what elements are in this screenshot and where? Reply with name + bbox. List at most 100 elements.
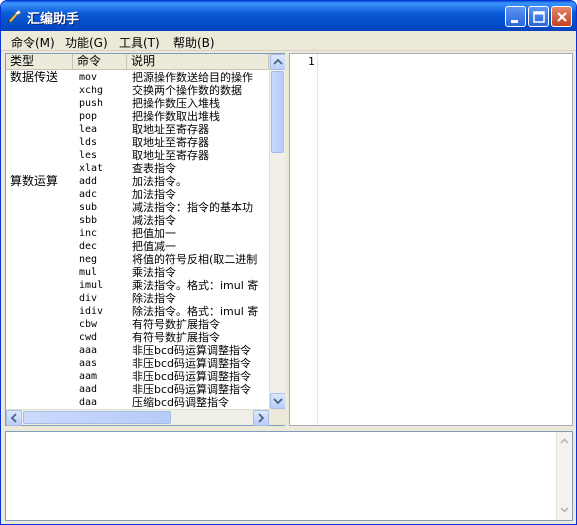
vertical-scroll-thumb[interactable] xyxy=(271,71,284,153)
cell-description: 压缩bcd码调整指令 xyxy=(132,396,230,409)
table-row[interactable]: inc 把值加一 xyxy=(6,227,269,240)
cell-command: lea xyxy=(79,124,98,135)
cell-command: mov xyxy=(79,72,98,83)
cell-command: inc xyxy=(79,228,98,239)
maximize-button[interactable] xyxy=(528,6,549,27)
cell-command: les xyxy=(79,150,98,161)
cell-command: sbb xyxy=(79,215,98,226)
list-rows: 数据传送 mov 把源操作数送给目的操作 xchg 交换两个操作数的数据 push 把操作数… xyxy=(6,71,269,410)
table-row[interactable]: pop 把操作数取出堆栈 xyxy=(6,110,269,123)
output-vertical-scrollbar[interactable] xyxy=(556,432,572,520)
chevron-up-icon xyxy=(560,438,569,444)
cell-command: aam xyxy=(79,371,98,382)
line-number: 1 xyxy=(308,55,315,68)
table-row[interactable]: cbw 有符号数扩展指令 xyxy=(6,318,269,331)
table-row[interactable]: lea 取地址至寄存器 xyxy=(6,123,269,136)
chevron-right-icon xyxy=(258,413,265,423)
cell-description: 乘法指令 xyxy=(132,266,176,279)
cell-description: 取地址至寄存器 xyxy=(132,149,209,162)
line-number-gutter: 1 xyxy=(290,54,318,425)
cell-description: 把值减一 xyxy=(132,240,176,253)
table-row[interactable]: aaa 非压bcd码运算调整指令 xyxy=(6,344,269,357)
table-row[interactable]: aad 非压bcd码运算调整指令 xyxy=(6,383,269,396)
cell-description: 把值加一 xyxy=(132,227,176,240)
cell-command: cwd xyxy=(79,332,98,343)
cell-description: 减法指令：指令的基本功 xyxy=(132,201,253,214)
table-row[interactable]: idiv 除法指令。格式：imul 寄 xyxy=(6,305,269,318)
cell-command: daa xyxy=(79,397,98,408)
cell-description: 非压bcd码运算调整指令 xyxy=(132,344,252,357)
code-editor[interactable]: 1 xyxy=(289,53,573,426)
column-header-command[interactable]: 命令 xyxy=(73,54,127,70)
window-title: 汇编助手 xyxy=(27,12,80,27)
column-header-type[interactable]: 类型 xyxy=(6,54,73,70)
cell-command: dec xyxy=(79,241,98,252)
menu-help[interactable]: 帮助(B) xyxy=(173,34,215,51)
cell-command: adc xyxy=(79,189,98,200)
cell-description: 非压bcd码运算调整指令 xyxy=(132,370,252,383)
cell-description: 乘法指令。格式：imul 寄 xyxy=(132,279,259,292)
cell-description: 减法指令 xyxy=(132,214,176,227)
cell-type: 算数运算 xyxy=(10,175,59,188)
minimize-button[interactable] xyxy=(505,6,526,27)
table-row[interactable]: dec 把值减一 xyxy=(6,240,269,253)
table-row[interactable]: mul 乘法指令 xyxy=(6,266,269,279)
cell-description: 把操作数压入堆栈 xyxy=(132,97,220,110)
cell-description: 把源操作数送给目的操作 xyxy=(132,71,253,84)
table-row[interactable]: imul 乘法指令。格式：imul 寄 xyxy=(6,279,269,292)
horizontal-scrollbar[interactable] xyxy=(6,409,269,426)
table-row[interactable]: sub 减法指令：指令的基本功 xyxy=(6,201,269,214)
cell-description: 交换两个操作数的数据 xyxy=(132,84,242,97)
output-panel[interactable] xyxy=(5,431,573,521)
cell-command: cbw xyxy=(79,319,98,330)
cell-description: 将值的符号反相(取二进制 xyxy=(132,253,258,266)
table-row[interactable]: adc 加法指令 xyxy=(6,188,269,201)
command-list[interactable]: 类型 命令 说明 数据传送 mov 把源操作数送给目的操作 xchg 交换两个操作数的数… xyxy=(5,53,286,426)
table-row[interactable]: aam 非压bcd码运算调整指令 xyxy=(6,370,269,383)
table-row[interactable]: neg 将值的符号反相(取二进制 xyxy=(6,253,269,266)
table-row[interactable]: push 把操作数压入堆栈 xyxy=(6,97,269,110)
menu-command[interactable]: 命令(M) xyxy=(11,34,55,51)
table-row[interactable]: cwd 有符号数扩展指令 xyxy=(6,331,269,344)
chevron-down-icon xyxy=(273,398,283,405)
menu-tools[interactable]: 工具(T) xyxy=(119,34,160,51)
cell-description: 除法指令 xyxy=(132,292,176,305)
scroll-up-button[interactable] xyxy=(270,54,286,70)
scrollbar-corner xyxy=(269,409,285,425)
table-row[interactable]: daa 压缩bcd码调整指令 xyxy=(6,396,269,409)
table-row[interactable]: xlat 查表指令 xyxy=(6,162,269,175)
table-row[interactable]: xchg 交换两个操作数的数据 xyxy=(6,84,269,97)
cell-command: imul xyxy=(79,280,104,291)
horizontal-scroll-thumb[interactable] xyxy=(23,411,171,424)
table-row[interactable]: 算数运算 add 加法指令。 xyxy=(6,175,269,188)
menu-bar: 命令(M) 功能(G) 工具(T) 帮助(B) xyxy=(1,31,576,51)
cell-command: xchg xyxy=(79,85,104,96)
cell-command: push xyxy=(79,98,104,109)
cell-command: add xyxy=(79,176,98,187)
scroll-left-button[interactable] xyxy=(6,410,22,426)
cell-description: 加法指令。 xyxy=(132,175,187,188)
close-icon xyxy=(557,12,567,22)
cell-command: pop xyxy=(79,111,98,122)
table-row[interactable]: aas 非压bcd码运算调整指令 xyxy=(6,357,269,370)
table-row[interactable]: les 取地址至寄存器 xyxy=(6,149,269,162)
main-window: 汇编助手 命令(M) 功能(G) 工具(T) 帮助(B) 类型 命令 说明 数据… xyxy=(0,0,577,525)
scroll-right-button[interactable] xyxy=(253,410,269,426)
vertical-scrollbar[interactable] xyxy=(269,54,286,409)
table-row[interactable]: lds 取地址至寄存器 xyxy=(6,136,269,149)
cell-command: lds xyxy=(79,137,98,148)
menu-function[interactable]: 功能(G) xyxy=(65,34,108,51)
cell-command: xlat xyxy=(79,163,104,174)
close-button[interactable] xyxy=(551,6,572,27)
table-row[interactable]: sbb 减法指令 xyxy=(6,214,269,227)
maximize-icon xyxy=(533,11,545,23)
cell-command: neg xyxy=(79,254,98,265)
minimize-icon xyxy=(511,20,518,23)
table-row[interactable]: div 除法指令 xyxy=(6,292,269,305)
cell-description: 取地址至寄存器 xyxy=(132,136,209,149)
title-bar[interactable]: 汇编助手 xyxy=(1,1,576,31)
cell-description: 查表指令 xyxy=(132,162,176,175)
scroll-down-button[interactable] xyxy=(270,393,286,409)
table-row[interactable]: 数据传送 mov 把源操作数送给目的操作 xyxy=(6,71,269,84)
column-header-description[interactable]: 说明 xyxy=(127,54,269,70)
